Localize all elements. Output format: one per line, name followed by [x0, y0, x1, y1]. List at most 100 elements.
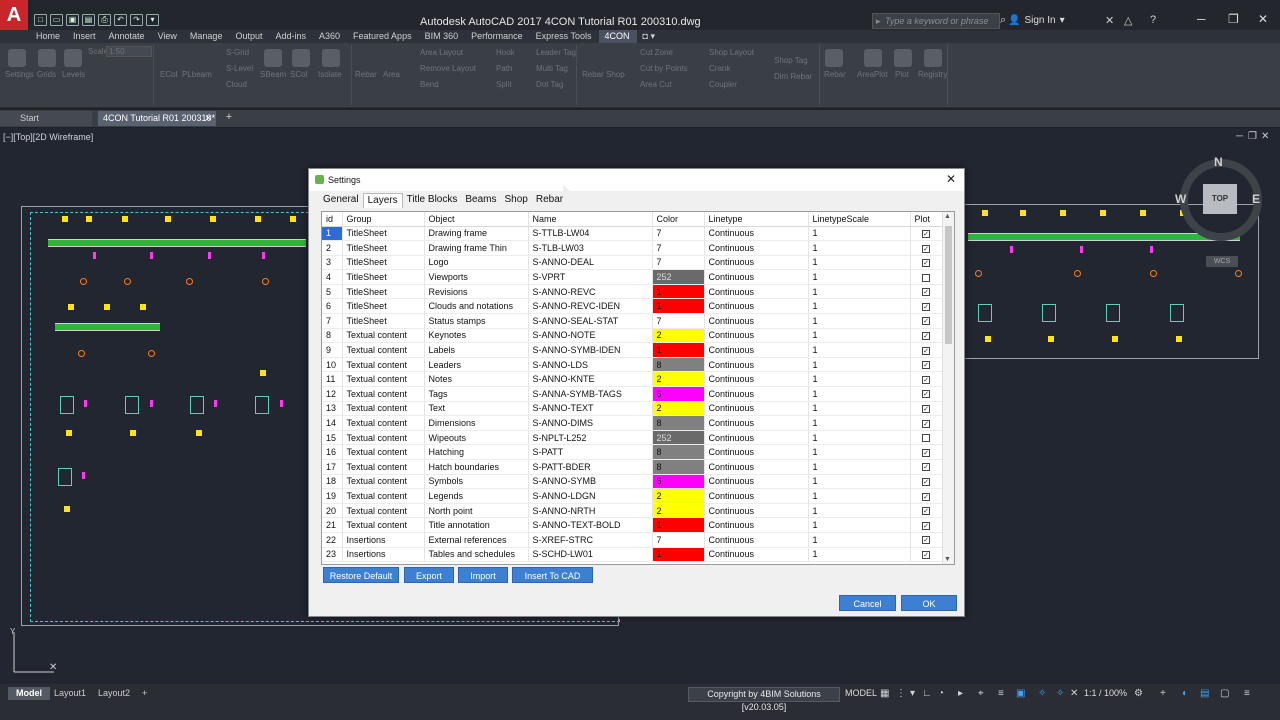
cell-linetype-scale[interactable]: 1 — [808, 298, 911, 315]
scroll-down-icon[interactable]: ▼ — [944, 556, 951, 563]
plot-checkbox[interactable]: ✓ — [922, 332, 930, 341]
cell-plot[interactable]: ✓ — [910, 386, 943, 402]
cell-color[interactable]: 1 — [652, 547, 705, 563]
table-row[interactable]: 7 TitleSheet Status stamps S-ANNO-SEAL-STAT… — [322, 313, 943, 329]
insert-to-cad-button[interactable]: Insert To CAD — [512, 567, 593, 583]
redo-icon[interactable]: ↷ — [130, 14, 143, 26]
layers-grid[interactable]: id Group Object Name Color Linetype Line… — [321, 211, 955, 565]
isolate-button[interactable]: Isolate — [318, 70, 342, 79]
cut-zone-button[interactable]: Cut Zone — [640, 48, 673, 57]
cell-color[interactable]: 8 — [652, 415, 705, 431]
cell-plot[interactable]: ✓ — [910, 226, 943, 242]
sbeam-icon[interactable] — [264, 49, 282, 67]
cell-linetype-scale[interactable]: 1 — [808, 503, 911, 519]
cell-id[interactable]: 13 — [322, 401, 343, 417]
cell-linetype[interactable]: Continuous — [704, 269, 809, 285]
table-row[interactable]: 17 Textual content Hatch boundaries S-PATT-… — [322, 459, 943, 475]
workspace-gear-icon[interactable]: ⚙ — [1134, 688, 1143, 699]
isolate-objects-icon[interactable]: ◐ — [1182, 688, 1188, 699]
tab-title-blocks[interactable]: Title Blocks — [403, 193, 462, 208]
table-row[interactable]: 11 Textual content Notes S-ANNO-KNTE 2 Contin… — [322, 371, 943, 388]
col-header-object[interactable]: Object — [424, 212, 529, 227]
cell-plot[interactable]: ✓ — [910, 255, 943, 271]
cell-name[interactable]: S-PATT — [528, 444, 653, 460]
cell-object[interactable]: Status stamps — [424, 313, 529, 329]
cell-group[interactable]: Textual content — [342, 371, 425, 388]
plot-checkbox[interactable]: ✓ — [922, 288, 930, 297]
cell-color[interactable]: 2 — [652, 488, 705, 504]
shop-layout-button[interactable]: Shop Layout — [709, 48, 754, 57]
plot-checkbox[interactable]: ✓ — [922, 405, 930, 414]
customize-qat-icon[interactable]: ▾ — [146, 14, 159, 26]
scol-icon[interactable] — [292, 49, 310, 67]
cell-object[interactable]: Drawing frame — [424, 226, 529, 242]
cell-id[interactable]: 14 — [322, 415, 343, 431]
table-row[interactable]: 23 Insertions Tables and schedules S-SCHD-L… — [322, 547, 943, 563]
shop-tag-button[interactable]: Shop Tag — [774, 56, 808, 65]
cell-color[interactable]: 1 — [652, 284, 705, 300]
ribbon-tab-add-ins[interactable]: Add-ins — [269, 30, 313, 43]
table-row[interactable]: 5 TitleSheet Revisions S-ANNO-REVC 1 Continuo… — [322, 284, 943, 300]
cell-id[interactable]: 20 — [322, 503, 343, 519]
plot-icon[interactable] — [894, 49, 912, 67]
compass-north[interactable]: N — [1214, 155, 1223, 169]
sign-in-button[interactable]: 👤 Sign In ▾ — [1008, 15, 1065, 26]
cell-plot[interactable]: ✓ — [910, 342, 943, 358]
plot-checkbox[interactable]: ✓ — [922, 550, 930, 559]
dialog-close-icon[interactable]: ✕ — [944, 172, 958, 186]
cell-linetype-scale[interactable]: 1 — [808, 532, 911, 548]
cell-plot[interactable]: ✓ — [910, 284, 943, 300]
snap-mode-icon[interactable]: ⋮ — [896, 688, 906, 699]
cell-object[interactable]: External references — [424, 532, 529, 548]
cell-color[interactable]: 6 — [652, 474, 705, 490]
leader-tag-button[interactable]: Leader Tag — [536, 48, 576, 57]
cell-plot[interactable]: ✓ — [910, 313, 943, 329]
doc-tab-drawing[interactable]: 4CON Tutorial R01 200310* ✕ — [98, 111, 216, 126]
cell-linetype[interactable]: Continuous — [704, 517, 809, 533]
cell-group[interactable]: TitleSheet — [342, 313, 425, 329]
cell-linetype-scale[interactable]: 1 — [808, 328, 911, 344]
auto-scale-icon[interactable]: ✧ — [1056, 688, 1064, 699]
cell-id[interactable]: 17 — [322, 459, 343, 475]
cell-name[interactable]: S-NPLT-L252 — [528, 430, 653, 446]
cell-object[interactable]: Drawing frame Thin — [424, 240, 529, 256]
plot-checkbox[interactable]: ✓ — [922, 361, 930, 370]
table-row[interactable]: 14 Textual content Dimensions S-ANNO-DIMS 8 C… — [322, 415, 943, 431]
cell-plot[interactable]: ✓ — [910, 444, 943, 460]
cut-by-points-button[interactable]: Cut by Points — [640, 64, 688, 73]
search-input[interactable]: Type a keyword or phrase — [872, 13, 1000, 29]
cell-color[interactable]: 7 — [652, 240, 705, 256]
cell-plot[interactable]: ✓ — [910, 401, 943, 417]
ok-button[interactable]: OK — [901, 595, 957, 611]
plot-checkbox[interactable]: ✓ — [922, 259, 930, 268]
levels-button[interactable]: Levels — [62, 70, 85, 79]
cell-id[interactable]: 15 — [322, 430, 343, 446]
plot-checkbox[interactable]: ✓ — [922, 302, 930, 311]
cell-name[interactable]: S-ANNO-LDGN — [528, 488, 653, 504]
cell-name[interactable]: S-ANNO-LDS — [528, 357, 653, 373]
cell-name[interactable]: S-XREF-STRC — [528, 532, 653, 548]
autocad-logo-icon[interactable]: A — [0, 0, 28, 30]
cell-color[interactable]: 2 — [652, 371, 705, 388]
table-row[interactable]: 19 Textual content Legends S-ANNO-LDGN 2 Cont… — [322, 488, 943, 504]
area-cut-button[interactable]: Area Cut — [640, 80, 672, 89]
plot-checkbox[interactable]: ✓ — [922, 317, 930, 326]
cell-id[interactable]: 10 — [322, 357, 343, 373]
cell-object[interactable]: Logo — [424, 255, 529, 271]
cell-color[interactable]: 6 — [652, 386, 705, 402]
grids-icon[interactable] — [38, 49, 56, 67]
plot-checkbox[interactable]: ✓ — [922, 478, 930, 487]
cell-group[interactable]: TitleSheet — [342, 284, 425, 300]
plot-checkbox[interactable]: ✓ — [922, 448, 930, 457]
registry-button[interactable]: Registry — [918, 70, 947, 79]
ribbon-tab-annotate[interactable]: Annotate — [103, 30, 152, 43]
cell-name[interactable]: S-ANNO-NOTE — [528, 328, 653, 344]
ribbon-tab-manage[interactable]: Manage — [184, 30, 230, 43]
cell-color[interactable]: 2 — [652, 503, 705, 519]
add-tab-icon[interactable]: + — [222, 112, 236, 124]
cell-name[interactable]: S-ANNA-SYMB-TAGS — [528, 386, 653, 402]
cell-plot[interactable]: ✓ — [910, 415, 943, 431]
cell-name[interactable]: S-SCHD-LW01 — [528, 547, 653, 563]
isodraft-icon[interactable]: ▸ — [958, 688, 963, 699]
cell-object[interactable]: Tables and schedules — [424, 547, 529, 563]
